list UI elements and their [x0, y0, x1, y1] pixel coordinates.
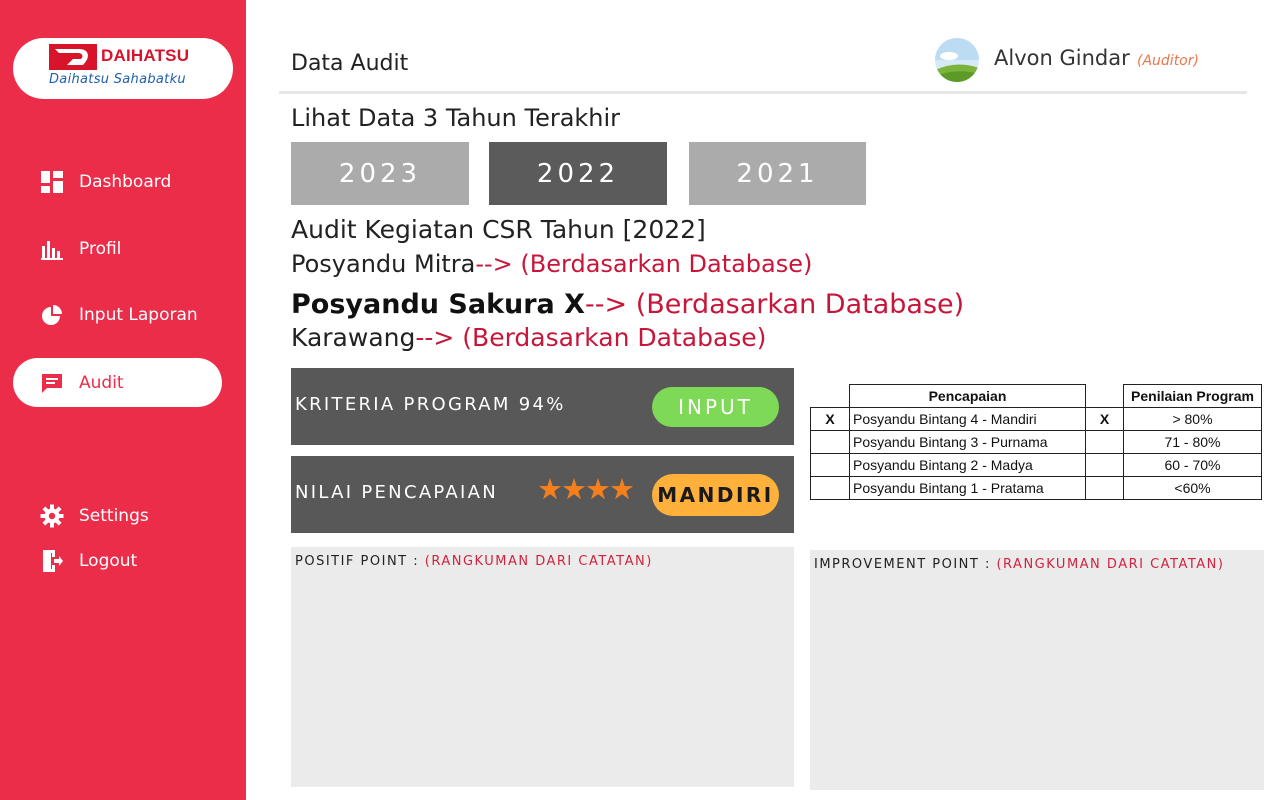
mitra-label: Posyandu Mitra: [291, 250, 476, 278]
row-name: Posyandu Bintang 1 - Pratama: [849, 476, 1086, 500]
sidebar: DAIHATSU Daihatsu Sahabatku Dashboard Pr…: [0, 0, 246, 800]
name-arrow: -->: [585, 289, 636, 320]
row-name: Posyandu Bintang 4 - Mandiri: [849, 407, 1086, 431]
logout-icon: [40, 549, 64, 573]
star-icon: ★: [585, 472, 611, 506]
sidebar-item-logout[interactable]: Logout: [40, 546, 137, 576]
row-mark: [810, 476, 850, 500]
sidebar-item-audit[interactable]: Audit: [40, 368, 124, 398]
audit-title: Audit Kegiatan CSR Tahun [2022]: [291, 215, 706, 244]
brand-tagline: Daihatsu Sahabatku: [49, 72, 186, 87]
posyandu-name-line: Posyandu Sakura X--> (Berdasarkan Databa…: [291, 289, 964, 320]
gear-icon: [40, 504, 64, 528]
user-role: (Auditor): [1137, 53, 1199, 69]
positive-hint: (RANGKUMAN DARI CATATAN): [424, 554, 653, 569]
row-mark-2: [1085, 430, 1124, 454]
row-mark: [810, 453, 850, 477]
sidebar-item-label: Dashboard: [79, 172, 172, 192]
star-rating: ★ ★ ★ ★: [537, 472, 635, 506]
criteria-panel: KRITERIA PROGRAM 94% INPUT: [291, 368, 794, 445]
input-button[interactable]: INPUT: [652, 387, 779, 427]
sidebar-item-label: Logout: [79, 551, 138, 571]
sidebar-item-input-laporan[interactable]: Input Laporan: [40, 300, 198, 330]
posyandu-name: Posyandu Sakura X: [291, 289, 585, 320]
row-score: 60 - 70%: [1123, 453, 1262, 477]
sidebar-item-dashboard[interactable]: Dashboard: [40, 167, 171, 197]
daihatsu-logo-icon: [49, 44, 97, 70]
bar-chart-icon: [40, 237, 64, 261]
header-divider: [279, 91, 1247, 94]
dashboard-icon: [40, 170, 64, 194]
name-source: (Berdasarkan Database): [635, 289, 965, 320]
location-arrow: -->: [415, 323, 463, 352]
star-icon: ★: [609, 472, 635, 506]
star-icon: ★: [537, 472, 563, 506]
improvement-hint: (RANGKUMAN DARI CATATAN): [996, 557, 1225, 572]
tab-2021[interactable]: 2021: [689, 142, 866, 205]
row-mark-2: [1085, 453, 1124, 477]
table-row: Posyandu Bintang 3 - Purnama 71 - 80%: [810, 430, 1262, 454]
criteria-table: Pencapaian Penilaian Program X Posyandu …: [810, 384, 1262, 500]
positive-label: POSITIF POINT :: [295, 554, 425, 569]
location-label: Karawang: [291, 323, 416, 352]
table-row: Posyandu Bintang 1 - Pratama <60%: [810, 476, 1262, 500]
row-mark-2: X: [1085, 407, 1124, 431]
sidebar-item-profil[interactable]: Profil: [40, 234, 121, 264]
years-heading: Lihat Data 3 Tahun Terakhir: [291, 104, 621, 132]
mandiri-badge[interactable]: MANDIRI: [652, 474, 779, 516]
sidebar-item-label: Profil: [79, 239, 122, 259]
row-score: <60%: [1123, 476, 1262, 500]
page-title: Data Audit: [291, 51, 409, 76]
positive-point-box[interactable]: POSITIF POINT : (RANGKUMAN DARI CATATAN): [291, 547, 794, 787]
mitra-line: Posyandu Mitra--> (Berdasarkan Database): [291, 250, 812, 278]
tab-2022[interactable]: 2022: [489, 142, 667, 205]
positive-point-title: POSITIF POINT : (RANGKUMAN DARI CATATAN): [295, 554, 653, 569]
improvement-point-title: IMPROVEMENT POINT : (RANGKUMAN DARI CATA…: [814, 557, 1224, 572]
location-source: (Berdasarkan Database): [462, 323, 767, 352]
mitra-source: (Berdasarkan Database): [520, 250, 813, 278]
user-name: Alvon Gindar: [994, 46, 1130, 70]
location-line: Karawang--> (Berdasarkan Database): [291, 323, 766, 352]
mitra-arrow: -->: [475, 250, 521, 278]
improvement-label: IMPROVEMENT POINT :: [814, 557, 997, 572]
criteria-label: KRITERIA PROGRAM 94%: [295, 394, 566, 415]
table-row: Posyandu Bintang 2 - Madya 60 - 70%: [810, 453, 1262, 477]
sidebar-item-settings[interactable]: Settings: [40, 501, 149, 531]
row-mark-2: [1085, 476, 1124, 500]
achievement-label: NILAI PENCAPAIAN: [295, 482, 499, 503]
brand-name: DAIHATSU: [101, 46, 190, 65]
table-header-row: Pencapaian Penilaian Program: [811, 384, 1262, 408]
improvement-point-box[interactable]: IMPROVEMENT POINT : (RANGKUMAN DARI CATA…: [810, 550, 1264, 790]
header-penilaian: Penilaian Program: [1123, 384, 1262, 408]
table-row: X Posyandu Bintang 4 - Mandiri X > 80%: [810, 407, 1262, 431]
sidebar-item-label: Audit: [79, 373, 124, 393]
row-name: Posyandu Bintang 2 - Madya: [849, 453, 1086, 477]
row-name: Posyandu Bintang 3 - Purnama: [849, 430, 1086, 454]
sidebar-item-label: Input Laporan: [79, 305, 198, 325]
achievement-panel: NILAI PENCAPAIAN ★ ★ ★ ★ MANDIRI: [291, 456, 794, 533]
row-mark: X: [810, 407, 850, 431]
header-pencapaian: Pencapaian: [849, 384, 1086, 408]
chat-icon: [40, 371, 64, 395]
row-mark: [810, 430, 850, 454]
star-icon: ★: [561, 472, 587, 506]
brand-logo: DAIHATSU Daihatsu Sahabatku: [13, 38, 233, 99]
pie-chart-icon: [40, 303, 64, 327]
sidebar-item-label: Settings: [79, 506, 149, 526]
row-score: 71 - 80%: [1123, 430, 1262, 454]
row-score: > 80%: [1123, 407, 1262, 431]
avatar[interactable]: [935, 38, 979, 82]
tab-2023[interactable]: 2023: [291, 142, 469, 205]
